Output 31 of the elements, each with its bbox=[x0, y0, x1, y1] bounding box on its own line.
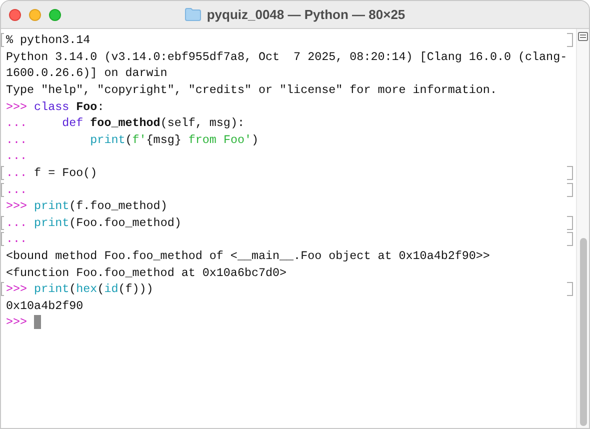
terminal-line: ... bbox=[6, 232, 28, 246]
terminal-line: ... print(Foo.foo_method) bbox=[6, 216, 182, 230]
terminal-line: ... print(f'{msg} from Foo') bbox=[6, 132, 259, 147]
terminal-line: % python3.14 bbox=[6, 33, 90, 48]
terminal-line: 0x10a4b2f90 bbox=[6, 298, 84, 313]
line-mark-icon bbox=[567, 216, 573, 230]
split-view-icon[interactable] bbox=[578, 32, 588, 41]
terminal-line: ... f = Foo() bbox=[6, 166, 98, 180]
window-title: pyquiz_0048 — Python — 80×25 bbox=[206, 7, 406, 22]
terminal-line: >>> print(hex(id(f))) bbox=[6, 282, 154, 296]
terminal-line: Python 3.14.0 (v3.14.0:ebf955df7a8, Oct 7 2025, 08:20:14) [Clang 16.0.0 (clang- bbox=[6, 50, 568, 64]
scrollbar-thumb[interactable] bbox=[580, 238, 586, 426]
terminal-line: ... def foo_method(self, msg): bbox=[6, 116, 244, 130]
terminal-line: >>> class Foo: bbox=[6, 100, 104, 114]
terminal-line: 1600.0.26.6)] on darwin bbox=[6, 66, 168, 80]
close-button[interactable] bbox=[9, 8, 21, 20]
minimize-button[interactable] bbox=[29, 8, 41, 20]
line-mark-icon bbox=[567, 182, 573, 197]
terminal-line: <bound method Foo.foo_method of <__main__.Foo object at 0x10a4b2f90>> bbox=[6, 249, 490, 264]
line-mark-icon bbox=[567, 282, 573, 296]
zoom-button[interactable] bbox=[49, 8, 61, 20]
line-mark-icon bbox=[567, 33, 573, 48]
terminal-line: ... bbox=[6, 149, 28, 164]
terminal-line: Type "help", "copyright", "credits" or "license" for more information. bbox=[6, 83, 497, 98]
line-mark-icon bbox=[567, 232, 573, 246]
terminal-line: >>> bbox=[6, 315, 28, 330]
terminal-line: ... bbox=[6, 182, 28, 197]
terminal-line: >>> print(f.foo_method) bbox=[6, 199, 168, 214]
line-mark-icon bbox=[567, 166, 573, 180]
folder-icon bbox=[184, 8, 201, 21]
terminal-line: <function Foo.foo_method at 0x10a6bc7d0> bbox=[6, 266, 287, 280]
